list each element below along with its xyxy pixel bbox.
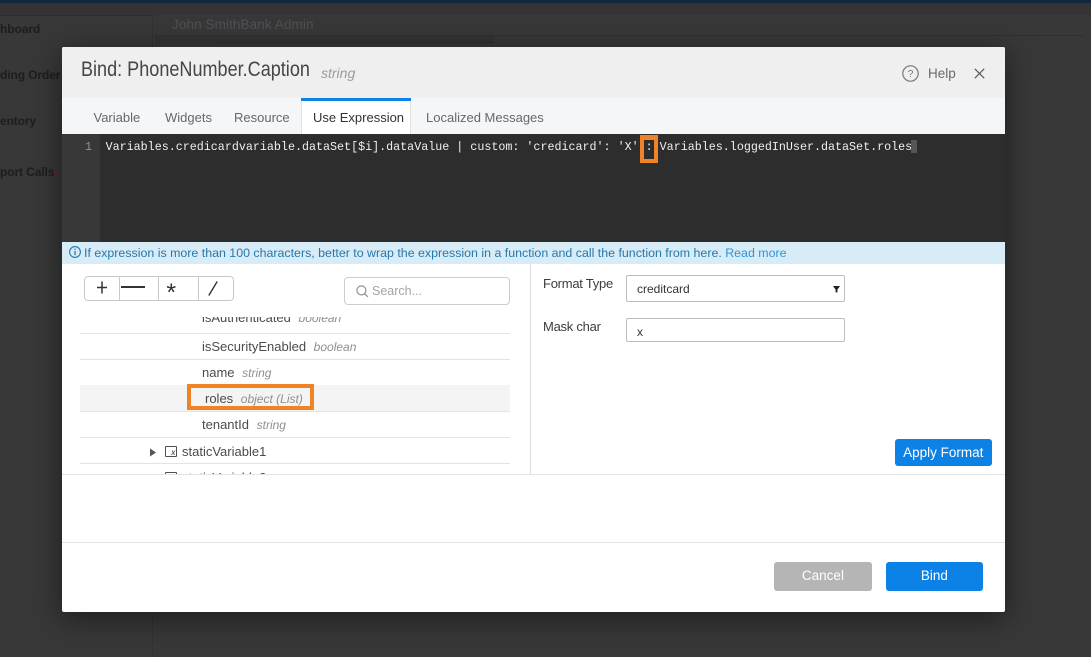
svg-text:?: ? [908, 68, 914, 80]
